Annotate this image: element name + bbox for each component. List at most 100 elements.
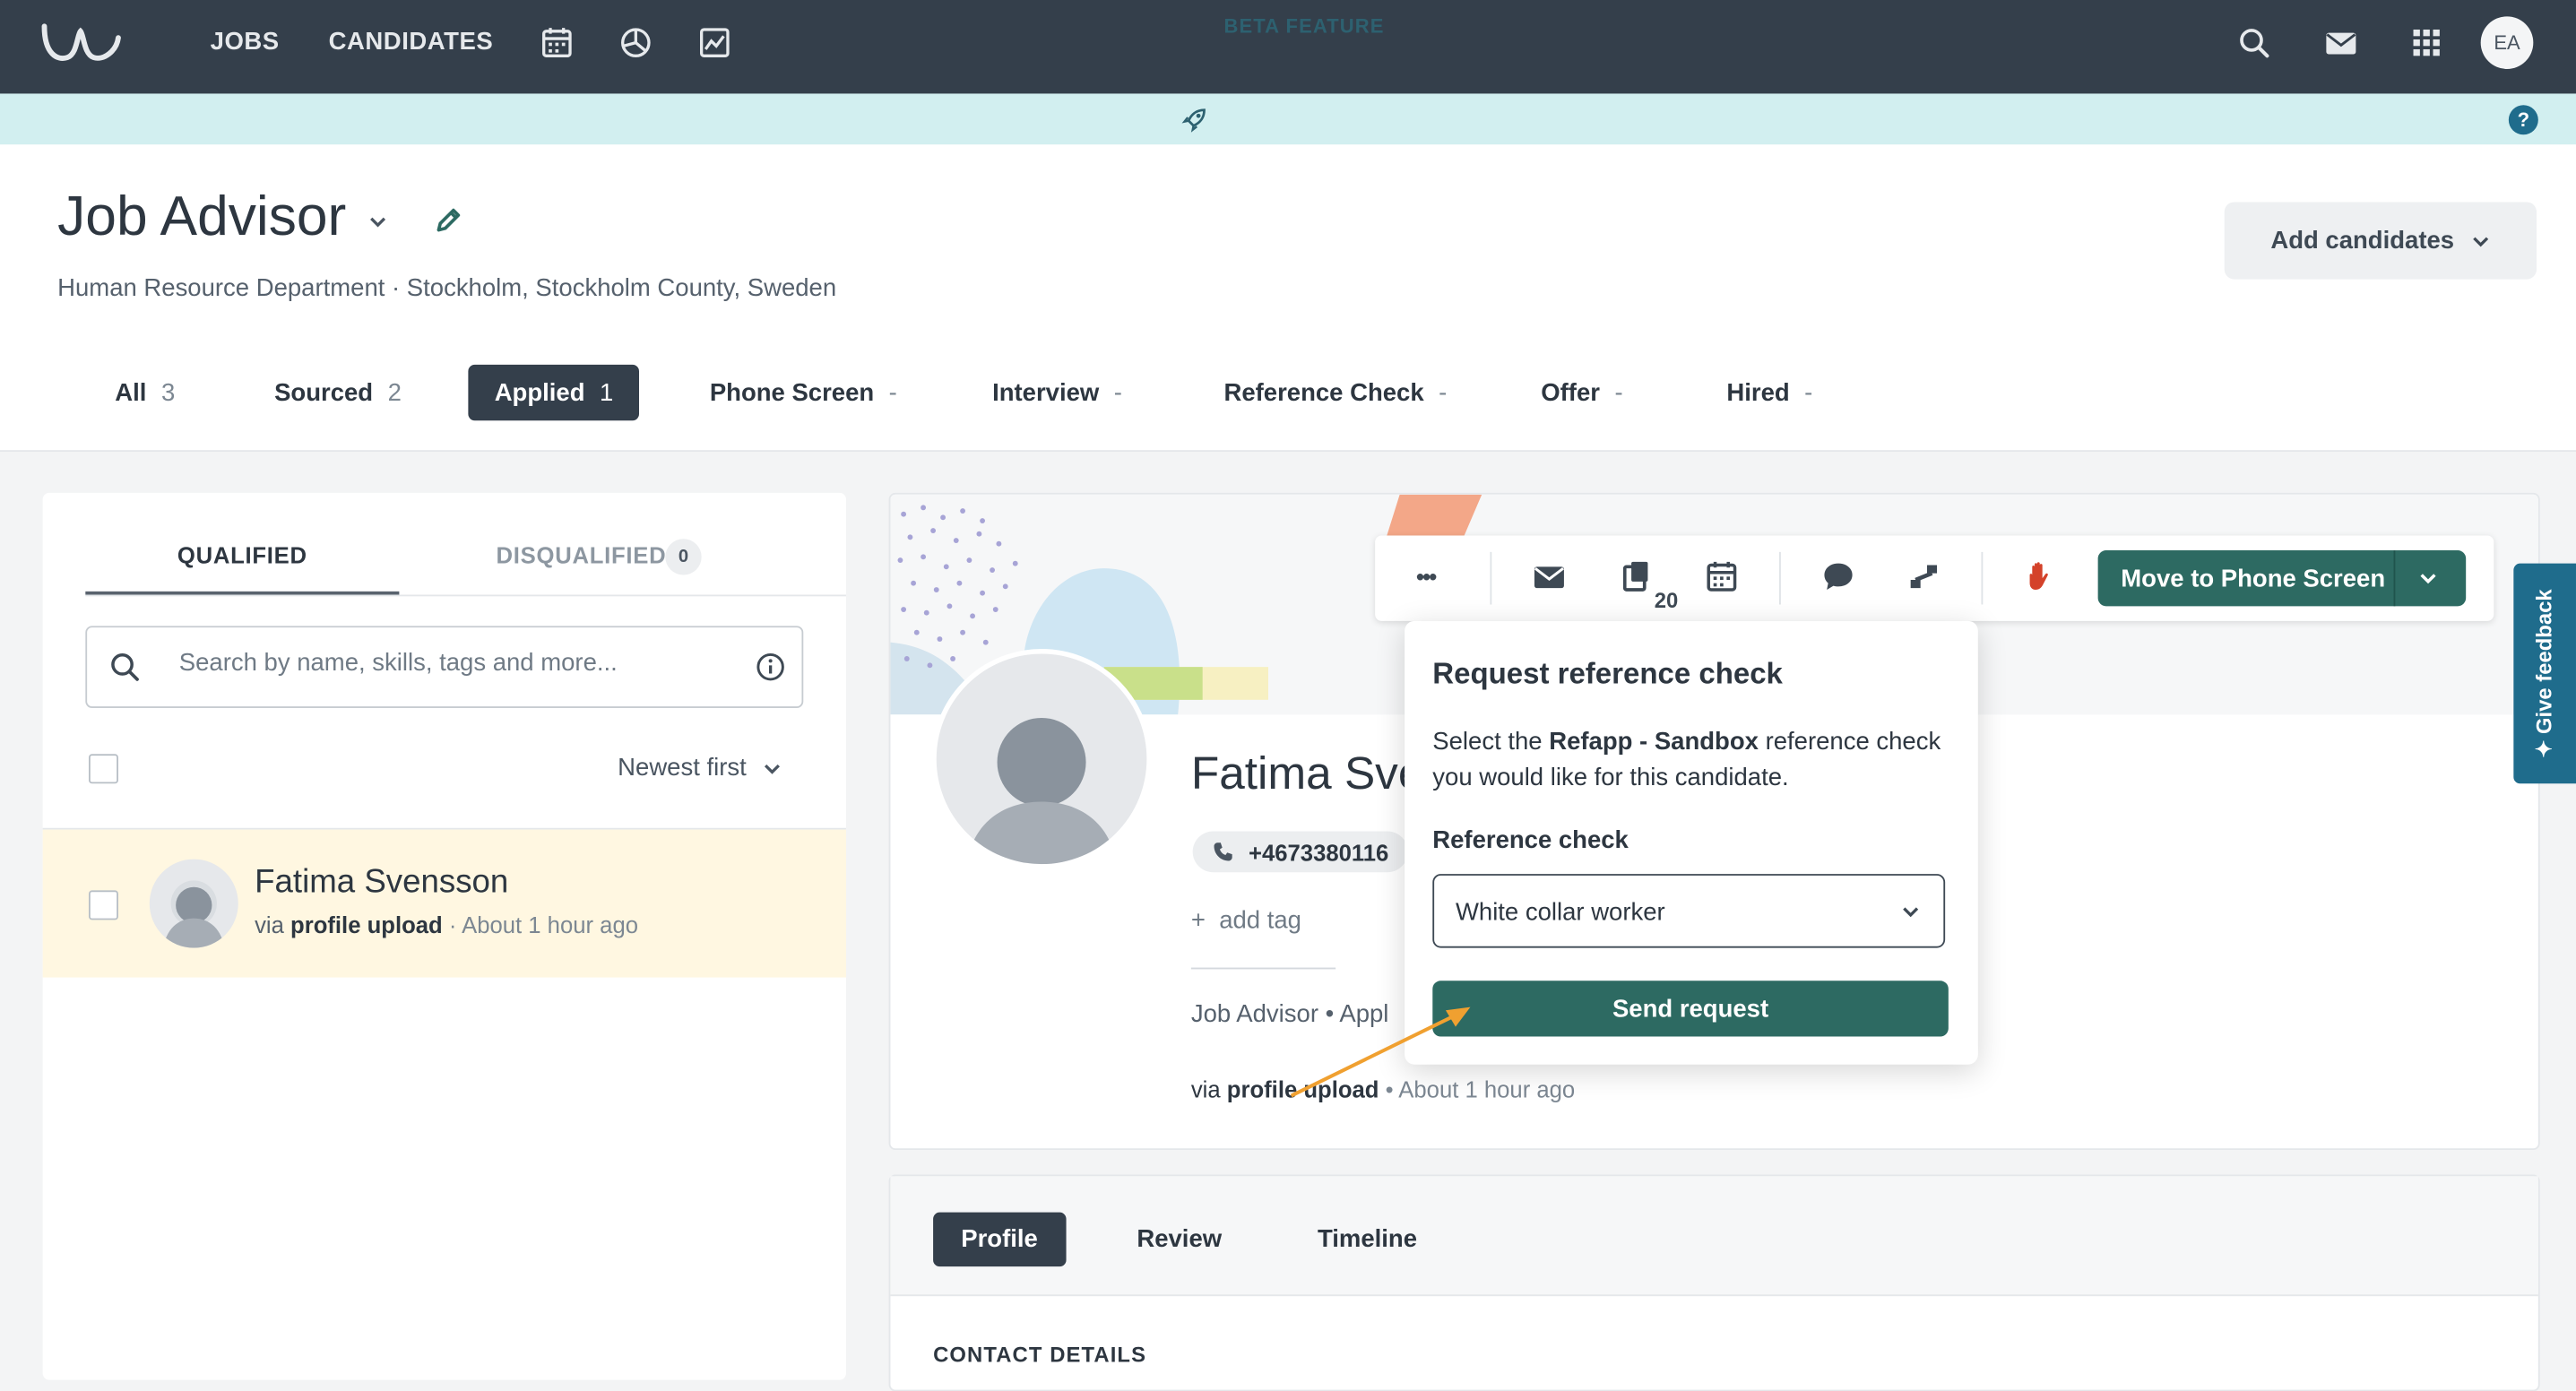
- stage-count: -: [1614, 378, 1623, 407]
- stage-label: All: [115, 378, 147, 407]
- candidate-name[interactable]: Fatima Svensson: [255, 864, 508, 902]
- send-request-button[interactable]: Send request: [1432, 981, 1949, 1037]
- avatar: [149, 859, 238, 948]
- user-avatar[interactable]: EA: [2480, 16, 2534, 69]
- stage-interview[interactable]: Interview -: [992, 365, 1122, 420]
- nav-jobs-link[interactable]: JOBS: [211, 28, 280, 56]
- stage-label: Sourced: [274, 378, 374, 407]
- popover-description: Select the Refapp - Sandbox reference ch…: [1432, 724, 1958, 797]
- stage-count: 1: [600, 378, 614, 407]
- reference-check-select[interactable]: White collar worker: [1432, 874, 1946, 948]
- calendar-icon[interactable]: [539, 24, 575, 60]
- candidate-checkbox[interactable]: [88, 890, 118, 920]
- rocket-icon: [1181, 107, 1207, 133]
- assessment-icon[interactable]: [1618, 558, 1654, 594]
- stage-label: Applied: [494, 378, 585, 407]
- comment-icon[interactable]: [1820, 558, 1856, 594]
- report-icon[interactable]: [696, 24, 732, 60]
- stage-count: 2: [387, 378, 402, 407]
- job-title: Job Advisor: [57, 186, 347, 248]
- toolbar-separator: [1981, 551, 1984, 605]
- profile-avatar[interactable]: [931, 648, 1152, 869]
- help-icon[interactable]: ?: [2508, 105, 2538, 135]
- stage-label: Hired: [1726, 378, 1790, 407]
- stage-label: Phone Screen: [709, 378, 875, 407]
- more-actions-icon[interactable]: •••: [1416, 564, 1437, 590]
- sort-label: Newest first: [618, 754, 747, 782]
- schedule-icon[interactable]: [1704, 558, 1740, 594]
- annotation-arrow-icon: [1282, 994, 1479, 1101]
- tab-qualified[interactable]: QUALIFIED: [85, 542, 399, 568]
- stage-label: Interview: [992, 378, 1100, 407]
- tab-disqualified[interactable]: DISQUALIFIED: [497, 542, 667, 568]
- provider-name: Refapp - Sandbox: [1549, 727, 1759, 756]
- stage-count: -: [1804, 378, 1813, 407]
- email-icon[interactable]: [1531, 558, 1567, 594]
- phone-chip[interactable]: +4673380116: [1192, 831, 1409, 873]
- stage-sourced[interactable]: Sourced 2: [274, 365, 402, 420]
- move-button-divider: [2393, 550, 2396, 607]
- search-icon: [108, 651, 142, 684]
- nav-candidates-link[interactable]: CANDIDATES: [329, 28, 494, 56]
- apps-grid-icon[interactable]: [2408, 24, 2444, 60]
- toolbar-separator: [1490, 551, 1492, 605]
- stage-phone-screen[interactable]: Phone Screen -: [710, 365, 897, 420]
- workable-logo-icon[interactable]: [41, 22, 124, 65]
- move-to-phone-screen-button[interactable]: Move to Phone Screen: [2097, 550, 2467, 607]
- disqualified-count-badge: 0: [665, 539, 702, 575]
- stage-applied[interactable]: Applied 1: [468, 364, 640, 421]
- edit-pencil-icon[interactable]: [432, 203, 465, 237]
- phone-icon: [1213, 841, 1234, 862]
- stage-count: -: [888, 378, 897, 407]
- beta-feature-label: BETA FEATURE: [1223, 14, 1385, 39]
- chevron-down-icon[interactable]: [367, 211, 390, 234]
- source-name: profile upload: [290, 911, 443, 938]
- info-icon[interactable]: [756, 652, 785, 682]
- feedback-label: ✦ Give feedback: [2531, 589, 2556, 758]
- popover-title: Request reference check: [1432, 657, 1783, 690]
- stage-all[interactable]: All 3: [115, 365, 175, 420]
- tag-divider: [1190, 967, 1336, 970]
- chevron-down-icon: [1901, 902, 1921, 921]
- tab-timeline[interactable]: Timeline: [1318, 1213, 1417, 1266]
- job-location: Human Resource Department · Stockholm, S…: [57, 274, 837, 303]
- via-prefix: via: [255, 911, 284, 938]
- mail-icon[interactable]: [2323, 24, 2359, 60]
- sort-dropdown[interactable]: Newest first: [618, 754, 782, 782]
- reference-check-label: Reference check: [1432, 825, 1629, 855]
- stage-offer[interactable]: Offer -: [1541, 365, 1622, 420]
- disqualify-hand-icon[interactable]: [2022, 558, 2058, 594]
- assessment-count: 20: [1654, 588, 1679, 613]
- search-icon[interactable]: [2236, 24, 2272, 60]
- desc-prefix: Select the: [1432, 727, 1543, 756]
- stage-label: Reference Check: [1223, 378, 1424, 407]
- move-button-label: Move to Phone Screen: [2121, 565, 2386, 593]
- contact-details-heading: CONTACT DETAILS: [933, 1342, 1147, 1367]
- applied-time: · About 1 hour ago: [448, 911, 638, 938]
- via-prefix: via: [1190, 1076, 1221, 1102]
- stage-hired[interactable]: Hired -: [1726, 365, 1812, 420]
- search-box: [85, 626, 804, 708]
- add-candidates-button[interactable]: Add candidates: [2224, 202, 2537, 280]
- profile-name: Fatima Sve: [1190, 747, 1424, 799]
- stage-count: -: [1439, 378, 1448, 407]
- stage-label: Offer: [1541, 378, 1600, 407]
- chevron-down-icon: [2470, 231, 2490, 251]
- chevron-down-icon[interactable]: [2418, 568, 2438, 588]
- stage-count: -: [1113, 378, 1122, 407]
- phone-number: +4673380116: [1249, 838, 1389, 866]
- stage-reference-check[interactable]: Reference Check -: [1224, 365, 1448, 420]
- tab-review[interactable]: Review: [1137, 1213, 1222, 1266]
- add-candidates-label: Add candidates: [2270, 226, 2455, 255]
- tab-divider: [85, 594, 846, 597]
- add-tag-label: add tag: [1219, 906, 1301, 935]
- stage-count: 3: [160, 378, 176, 407]
- chevron-down-icon: [763, 758, 782, 778]
- search-input[interactable]: [178, 648, 722, 678]
- pie-chart-icon[interactable]: [618, 24, 653, 60]
- select-all-checkbox[interactable]: [88, 754, 118, 784]
- tab-profile[interactable]: Profile: [933, 1212, 1066, 1267]
- add-tag-link[interactable]: + add tag: [1191, 907, 1301, 935]
- evaluate-icon[interactable]: [1906, 558, 1941, 594]
- give-feedback-tab[interactable]: ✦ Give feedback: [2513, 563, 2576, 784]
